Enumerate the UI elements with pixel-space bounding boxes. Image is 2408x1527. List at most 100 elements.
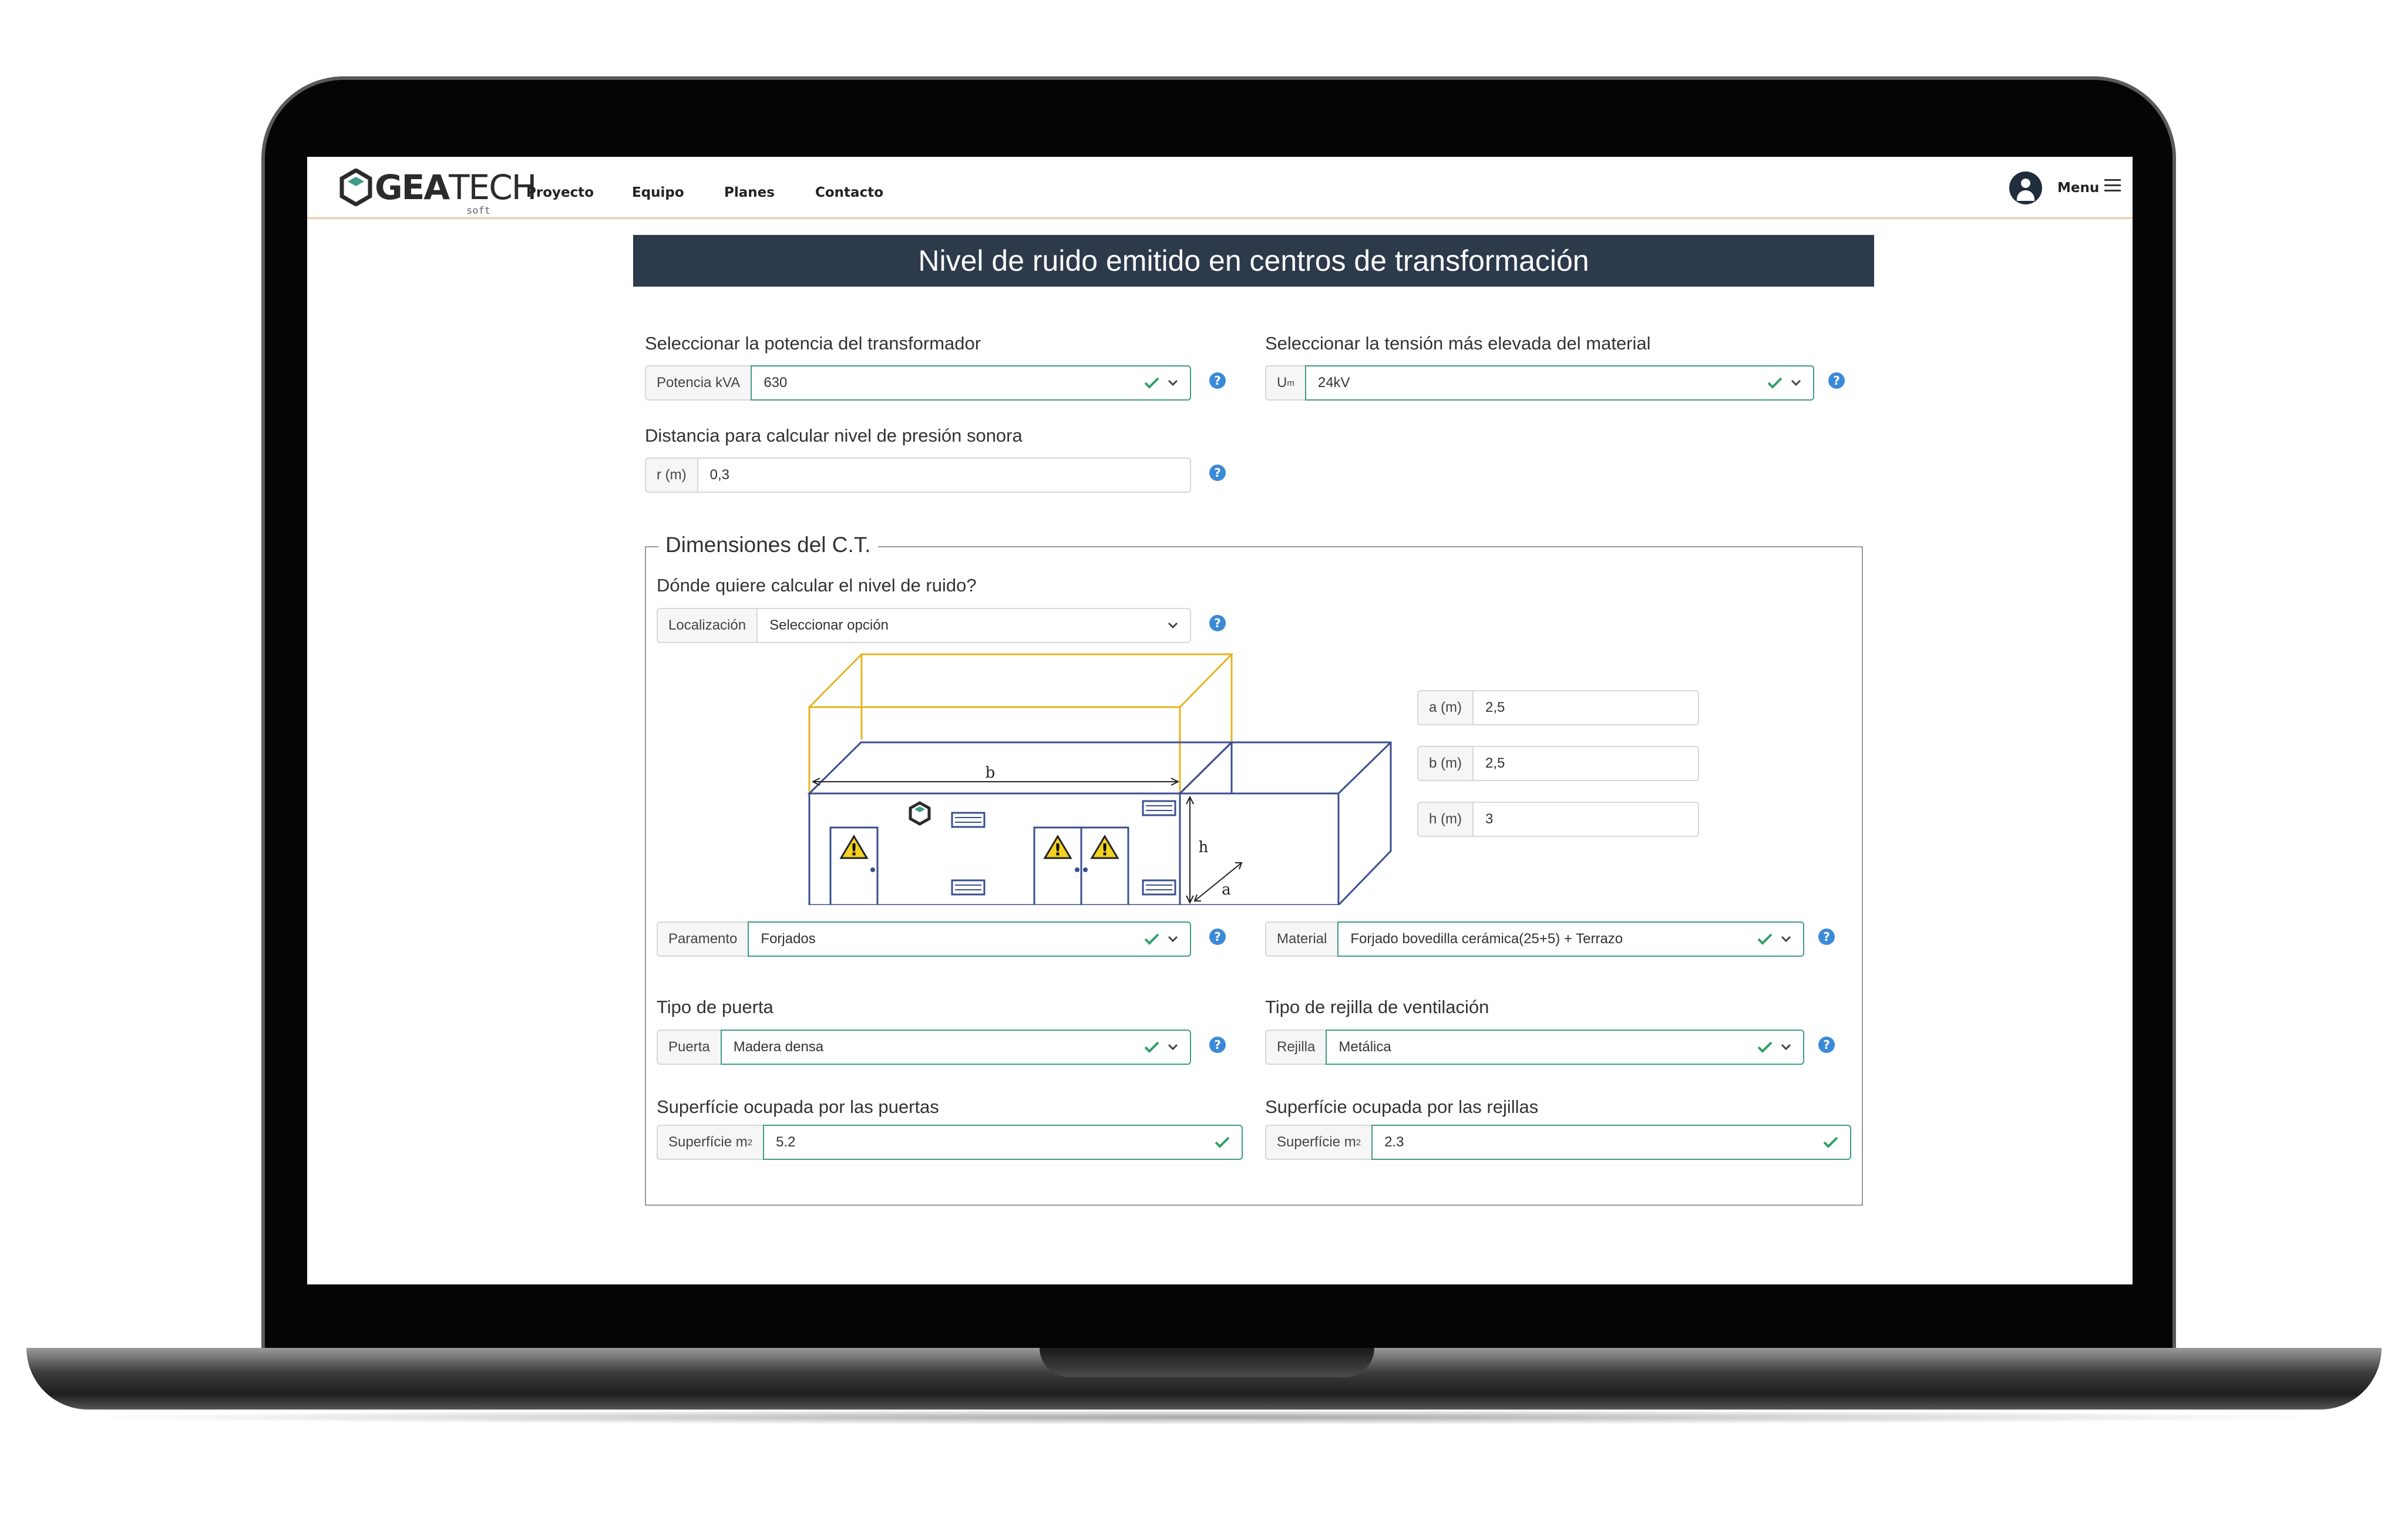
paramento-prefix: Paramento <box>657 921 748 957</box>
logo[interactable]: GEATECH soft <box>339 169 537 217</box>
diagram-label-a: a <box>1222 881 1231 899</box>
door-prefix: Puerta <box>657 1030 721 1065</box>
transformer-center-diagram: ! ! ! b h a <box>807 653 1392 905</box>
voltage-label: Seleccionar la tensión más elevada del m… <box>1265 333 1651 354</box>
chevron-down-icon <box>1781 1044 1791 1051</box>
check-icon <box>1757 933 1773 945</box>
dim-b-input[interactable]: 2,5 <box>1472 746 1699 781</box>
nav-proyecto[interactable]: Proyecto <box>526 185 594 200</box>
voltage-value: 24kV <box>1317 375 1350 391</box>
distance-input[interactable]: 0,3 <box>697 458 1191 493</box>
door-surface-prefix: Superfície m2 <box>657 1125 764 1160</box>
chevron-down-icon <box>1791 379 1801 386</box>
svg-text:!: ! <box>1101 840 1109 859</box>
laptop-shadow <box>70 1410 2338 1425</box>
page-title: Nivel de ruido emitido en centros de tra… <box>633 235 1874 287</box>
check-icon <box>1144 1041 1159 1053</box>
door-surface-group: Superfície m2 5.2 <box>657 1125 1243 1160</box>
door-surface-value: 5.2 <box>776 1134 796 1150</box>
distance-prefix: r (m) <box>645 458 697 493</box>
material-prefix: Material <box>1265 921 1338 957</box>
grille-surface-group: Superfície m2 2.3 <box>1265 1125 1851 1160</box>
location-prefix: Localización <box>657 608 757 643</box>
material-select[interactable]: Forjado bovedilla cerámica(25+5) + Terra… <box>1337 921 1804 957</box>
logo-subtitle: soft <box>466 205 490 217</box>
distance-label: Distancia para calcular nivel de presión… <box>645 425 1023 446</box>
transformer-label: Seleccionar la potencia del transformado… <box>645 333 981 354</box>
material-select-group: Material Forjado bovedilla cerámica(25+5… <box>1265 921 1804 957</box>
app-screen: GEATECH soft Proyecto Equipo Planes Cont… <box>307 157 2133 1284</box>
svg-text:!: ! <box>1054 840 1062 859</box>
door-value: Madera densa <box>733 1039 824 1055</box>
nav-contacto[interactable]: Contacto <box>815 185 883 200</box>
dim-b-prefix: b (m) <box>1417 746 1472 781</box>
dim-a-group: a (m) 2,5 <box>1417 690 1699 725</box>
navbar: GEATECH soft Proyecto Equipo Planes Cont… <box>307 157 2133 219</box>
grille-prefix: Rejilla <box>1265 1030 1326 1065</box>
dim-a-prefix: a (m) <box>1417 690 1472 725</box>
door-surface-label: Superfície ocupada por las puertas <box>657 1097 939 1117</box>
chevron-down-icon <box>1168 1044 1178 1051</box>
dimensions-legend: Dimensiones del C.T. <box>658 533 878 557</box>
location-select-group: Localización Seleccionar opción <box>657 608 1191 643</box>
voltage-select[interactable]: 24kV <box>1304 365 1814 401</box>
building-logo-icon <box>909 801 931 826</box>
nav-planes[interactable]: Planes <box>724 185 775 200</box>
grille-surface-input[interactable]: 2.3 <box>1371 1125 1851 1160</box>
check-icon <box>1144 933 1159 945</box>
material-value: Forjado bovedilla cerámica(25+5) + Terra… <box>1350 931 1623 947</box>
paramento-select[interactable]: Forjados <box>748 921 1191 957</box>
door-select-group: Puerta Madera densa <box>657 1030 1191 1065</box>
chevron-down-icon <box>1781 936 1791 943</box>
warning-icon: ! <box>1043 835 1072 859</box>
voltage-select-group: Um 24kV <box>1265 365 1814 401</box>
location-label: Dónde quiere calcular el nivel de ruido? <box>657 575 977 596</box>
dim-h-value: 3 <box>1485 811 1494 827</box>
nav-equipo[interactable]: Equipo <box>632 185 684 200</box>
door-select[interactable]: Madera densa <box>720 1030 1191 1065</box>
user-avatar-icon[interactable] <box>2009 171 2042 204</box>
dim-b-value: 2,5 <box>1485 755 1505 771</box>
help-icon[interactable]: ? <box>1209 465 1226 481</box>
chevron-down-icon <box>1168 379 1178 386</box>
check-icon <box>1767 377 1783 389</box>
dim-a-input[interactable]: 2,5 <box>1472 690 1699 725</box>
dim-h-input[interactable]: 3 <box>1472 802 1699 837</box>
location-value: Seleccionar opción <box>769 617 889 633</box>
dim-b-group: b (m) 2,5 <box>1417 746 1699 781</box>
help-icon[interactable]: ? <box>1209 1037 1226 1053</box>
help-icon[interactable]: ? <box>1209 372 1226 389</box>
check-icon <box>1757 1041 1773 1053</box>
grille-surface-prefix: Superfície m2 <box>1265 1125 1372 1160</box>
diagram-label-h: h <box>1199 839 1209 856</box>
help-icon[interactable]: ? <box>1818 929 1835 945</box>
location-select[interactable]: Seleccionar opción <box>756 608 1191 643</box>
logo-hexagon-icon <box>339 169 372 206</box>
grille-surface-label: Superfície ocupada por las rejillas <box>1265 1097 1539 1117</box>
transformer-prefix: Potencia kVA <box>645 365 751 401</box>
transformer-value: 630 <box>764 375 788 391</box>
laptop-notch <box>1040 1348 1374 1377</box>
grille-select-group: Rejilla Metálica <box>1265 1030 1804 1065</box>
door-surface-input[interactable]: 5.2 <box>763 1125 1243 1160</box>
diagram-label-b: b <box>986 764 996 782</box>
transformer-select[interactable]: 630 <box>751 365 1191 401</box>
diagram-upper-volume <box>807 653 1234 795</box>
help-icon[interactable]: ? <box>1818 1037 1835 1053</box>
help-icon[interactable]: ? <box>1209 929 1226 945</box>
dim-a-value: 2,5 <box>1485 699 1505 715</box>
distance-value: 0,3 <box>709 467 730 483</box>
help-icon[interactable]: ? <box>1209 615 1226 631</box>
help-icon[interactable]: ? <box>1828 372 1845 389</box>
grille-surface-value: 2.3 <box>1384 1134 1404 1150</box>
door-type-label: Tipo de puerta <box>657 997 773 1017</box>
hamburger-menu-icon[interactable] <box>2104 179 2121 192</box>
diagram-building <box>807 741 1392 905</box>
paramento-select-group: Paramento Forjados <box>657 921 1191 957</box>
svg-text:!: ! <box>850 840 858 859</box>
warning-icon: ! <box>839 835 869 859</box>
check-icon <box>1823 1136 1838 1148</box>
grille-select[interactable]: Metálica <box>1326 1030 1804 1065</box>
menu-label[interactable]: Menu <box>2057 180 2099 196</box>
distance-input-group: r (m) 0,3 <box>645 458 1191 493</box>
